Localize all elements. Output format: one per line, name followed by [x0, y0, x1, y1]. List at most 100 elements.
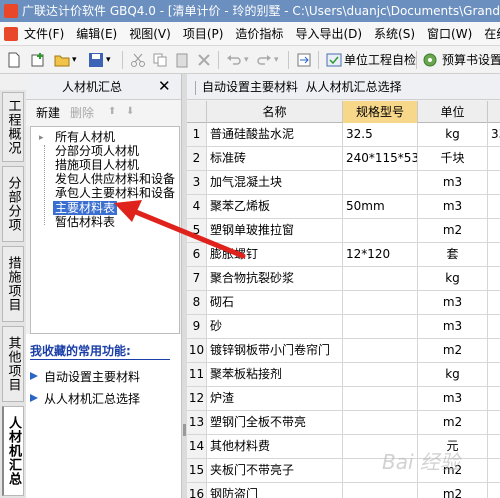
- cell-index[interactable]: 16: [187, 483, 207, 498]
- cell-extra[interactable]: [488, 315, 500, 338]
- cell-name[interactable]: 砌石: [207, 291, 343, 314]
- paste-icon[interactable]: [174, 52, 190, 68]
- tab-measures[interactable]: 措施项目: [2, 246, 24, 322]
- cell-extra[interactable]: [488, 435, 500, 458]
- menu-system[interactable]: 系统(S): [374, 22, 415, 45]
- table-row[interactable]: 12 炉渣 m3: [187, 387, 500, 411]
- column-header-unit[interactable]: 单位: [418, 101, 488, 123]
- cell-extra[interactable]: [488, 171, 500, 194]
- cell-unit[interactable]: 千块: [418, 147, 488, 170]
- cell-name[interactable]: 标准砖: [207, 147, 343, 170]
- menu-window[interactable]: 窗口(W): [427, 22, 472, 45]
- cell-name[interactable]: 聚苯乙烯板: [207, 195, 343, 218]
- cell-spec[interactable]: [343, 363, 418, 386]
- tree-item-sub-items[interactable]: 分部分项人材机: [55, 144, 139, 158]
- cell-extra[interactable]: [488, 267, 500, 290]
- copy-icon[interactable]: [152, 52, 168, 68]
- cell-spec[interactable]: [343, 339, 418, 362]
- cell-extra[interactable]: [488, 411, 500, 434]
- cell-unit[interactable]: m3: [418, 195, 488, 218]
- splitter-grip[interactable]: [183, 424, 186, 436]
- cell-index[interactable]: 13: [187, 411, 207, 434]
- table-row[interactable]: 9 砂 m3: [187, 315, 500, 339]
- tree-item-measures[interactable]: 措施项目人材机: [55, 158, 139, 172]
- cell-spec[interactable]: [343, 483, 418, 498]
- cell-extra[interactable]: [488, 291, 500, 314]
- tab-project-overview[interactable]: 工程概况: [2, 92, 24, 162]
- table-row[interactable]: 13 塑钢门全板不带亮 m2: [187, 411, 500, 435]
- cell-name[interactable]: 膨胀螺钉: [207, 243, 343, 266]
- delete-button[interactable]: 删除: [70, 100, 94, 126]
- cell-spec[interactable]: 32.5: [343, 123, 418, 146]
- redo-dropdown-icon[interactable]: ▾: [274, 46, 279, 73]
- table-row[interactable]: 8 砌石 m3: [187, 291, 500, 315]
- column-header-name[interactable]: 名称: [207, 101, 343, 123]
- cell-index[interactable]: 10: [187, 339, 207, 362]
- auto-set-main-materials-button[interactable]: 自动设置主要材料: [202, 80, 298, 94]
- open-folder-icon[interactable]: [54, 52, 70, 68]
- cell-unit[interactable]: kg: [418, 267, 488, 290]
- cell-index[interactable]: 11: [187, 363, 207, 386]
- table-row[interactable]: 16 钢防盗门 m2: [187, 483, 500, 498]
- cell-spec[interactable]: [343, 219, 418, 242]
- tab-other-items[interactable]: 其他项目: [2, 326, 24, 402]
- cell-extra[interactable]: [488, 483, 500, 498]
- cell-extra[interactable]: [488, 147, 500, 170]
- tab-sub-items[interactable]: 分部分项: [2, 166, 24, 242]
- cell-name[interactable]: 聚合物抗裂砂浆: [207, 267, 343, 290]
- cell-index[interactable]: 14: [187, 435, 207, 458]
- table-row[interactable]: 2 标准砖 240*115*53 千块: [187, 147, 500, 171]
- cell-extra[interactable]: [488, 459, 500, 482]
- move-up-icon[interactable]: ⬆: [108, 106, 116, 117]
- cell-spec[interactable]: 12*120: [343, 243, 418, 266]
- cell-spec[interactable]: [343, 267, 418, 290]
- table-row[interactable]: 4 聚苯乙烯板 50mm m3: [187, 195, 500, 219]
- move-down-icon[interactable]: ⬇: [126, 106, 134, 117]
- cell-extra[interactable]: [488, 339, 500, 362]
- favorite-auto-set-link[interactable]: 自动设置主要材料: [44, 368, 140, 385]
- menu-file[interactable]: 文件(F): [24, 22, 64, 45]
- cell-name[interactable]: 普通硅酸盐水泥: [207, 123, 343, 146]
- new-file-icon[interactable]: [6, 52, 22, 68]
- menu-import-export[interactable]: 导入导出(D): [295, 22, 362, 45]
- cell-index[interactable]: 8: [187, 291, 207, 314]
- cell-unit[interactable]: m2: [418, 219, 488, 242]
- column-header-extra[interactable]: [488, 101, 500, 123]
- cut-icon[interactable]: [130, 52, 146, 68]
- dropdown-arrow-icon[interactable]: ▾: [72, 46, 77, 73]
- cell-index[interactable]: 5: [187, 219, 207, 242]
- save-icon[interactable]: [88, 52, 104, 68]
- menu-project[interactable]: 项目(P): [183, 22, 224, 45]
- cell-name[interactable]: 塑钢单玻推拉窗: [207, 219, 343, 242]
- tree-item-contractor-main[interactable]: 承包人主要材料和设备: [55, 186, 175, 200]
- table-row[interactable]: 6 膨胀螺钉 12*120 套: [187, 243, 500, 267]
- cell-name[interactable]: 钢防盗门: [207, 483, 343, 498]
- cell-index[interactable]: 9: [187, 315, 207, 338]
- tree-item-all[interactable]: 所有人材机: [55, 130, 115, 144]
- cell-extra[interactable]: [488, 243, 500, 266]
- cell-spec[interactable]: [343, 387, 418, 410]
- cell-spec[interactable]: 240*115*53: [343, 147, 418, 170]
- cell-name[interactable]: 镀锌钢板带小门卷帘门: [207, 339, 343, 362]
- cell-spec[interactable]: [343, 171, 418, 194]
- cell-extra[interactable]: [488, 195, 500, 218]
- delete-icon[interactable]: [196, 52, 212, 68]
- cell-unit[interactable]: m2: [418, 339, 488, 362]
- new-button[interactable]: 新建: [36, 100, 60, 126]
- table-row[interactable]: 1普通硅酸盐水泥32.5kg33: [187, 123, 500, 147]
- table-row[interactable]: 7 聚合物抗裂砂浆 kg: [187, 267, 500, 291]
- cell-index[interactable]: 12: [187, 387, 207, 410]
- tree-item-owner-supplied[interactable]: 发包人供应材料和设备: [55, 172, 175, 186]
- budget-settings-icon[interactable]: [422, 52, 438, 68]
- cell-index[interactable]: 1: [187, 123, 207, 146]
- table-row[interactable]: 5 塑钢单玻推拉窗 m2: [187, 219, 500, 243]
- unit-check-button[interactable]: 单位工程自检: [344, 46, 416, 73]
- add-icon[interactable]: [30, 52, 46, 68]
- close-icon[interactable]: ✕: [158, 76, 171, 96]
- favorite-select-link[interactable]: 从人材机汇总选择: [44, 390, 140, 407]
- redo-icon[interactable]: [256, 52, 272, 68]
- cell-name[interactable]: 其他材料费: [207, 435, 343, 458]
- cell-unit[interactable]: m2: [418, 483, 488, 498]
- cell-index[interactable]: 4: [187, 195, 207, 218]
- cell-extra[interactable]: [488, 219, 500, 242]
